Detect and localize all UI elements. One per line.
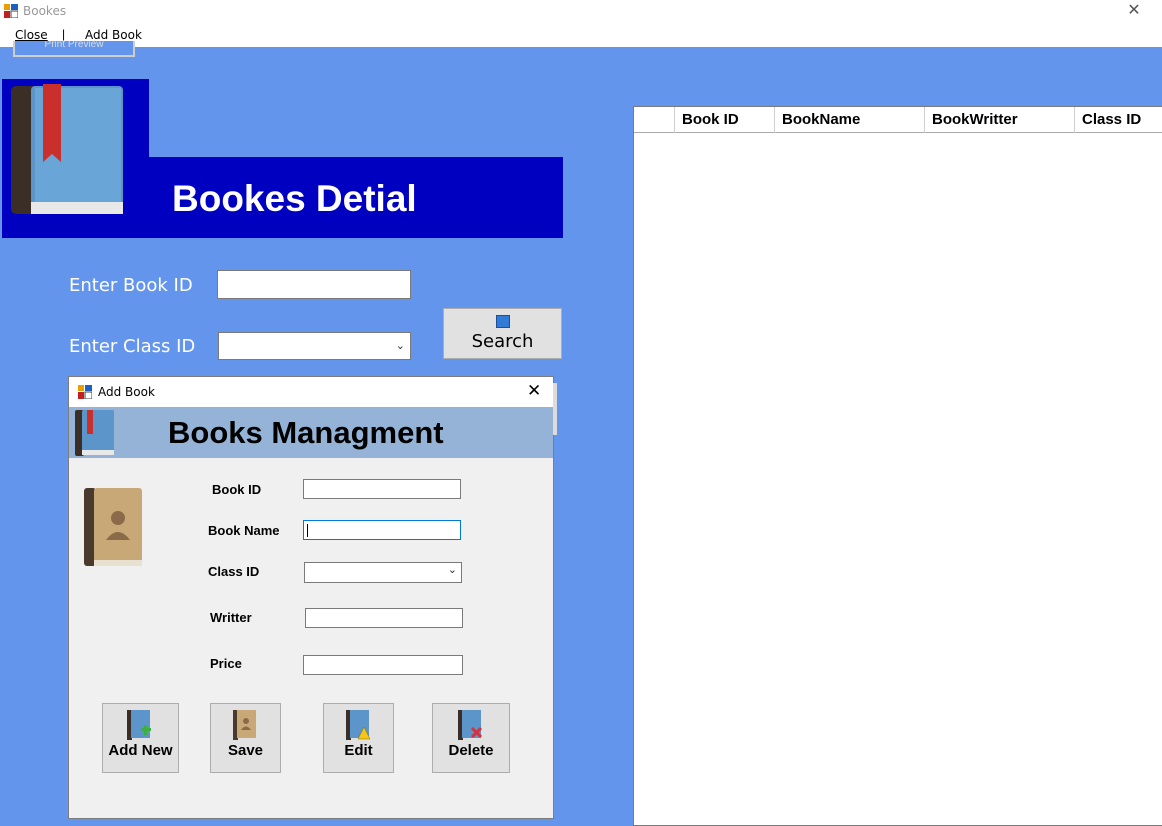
dialog-scrollbar[interactable] [553,383,557,435]
save-book-icon [233,710,256,740]
column-header-class-id[interactable]: Class ID [1075,107,1162,133]
grid-header: Book ID BookName BookWritter Class ID [634,107,1162,133]
dialog-close-button[interactable]: ✕ [527,381,541,401]
banner-title: Bookes Detial [172,178,417,219]
book-id-label: Enter Book ID [69,275,193,296]
contact-book-icon [84,488,142,566]
text-caret [307,524,308,537]
menubar: Close | Add Book [0,23,1162,47]
search-icon [496,315,510,328]
delete-label: Delete [448,742,494,759]
class-id-field[interactable]: ⌄ [304,562,462,583]
menu-add-book[interactable]: Add Book [85,28,142,42]
add-book-icon [127,710,151,740]
book-name-field[interactable] [303,520,461,540]
book-icon [75,410,114,456]
search-button-label: Search [471,331,534,352]
window-titlebar: Bookes ✕ [0,0,1162,23]
field-price-label: Price [210,656,242,671]
menu-separator: | [62,27,66,41]
class-id-select[interactable]: ⌄ [218,332,411,360]
field-writer-label: Writter [210,610,252,625]
window-title: Bookes [23,4,67,18]
books-grid[interactable]: Book ID BookName BookWritter Class ID [633,106,1162,826]
menu-close[interactable]: Close [15,28,48,42]
dialog-heading: Books Managment [168,415,444,450]
price-field[interactable] [303,655,463,675]
search-button[interactable]: Search [443,308,562,359]
delete-button[interactable]: Delete [432,703,510,773]
field-book-id-label: Book ID [212,482,262,497]
column-header-book-name[interactable]: BookName [775,107,925,133]
edit-book-icon [346,710,370,740]
edit-button[interactable]: Edit [323,703,394,773]
chevron-down-icon: ⌄ [395,340,405,352]
writer-field[interactable] [305,608,463,628]
edit-label: Edit [344,742,373,759]
field-book-name-label: Book Name [208,523,280,538]
window-close-button[interactable]: ✕ [1124,1,1144,21]
grid-row-header-column [634,107,675,133]
class-id-label: Enter Class ID [69,336,196,357]
save-label: Save [227,742,264,759]
book-icon [11,84,123,214]
dialog-titlebar: Add Book ✕ [69,377,553,407]
add-new-button[interactable]: Add New [102,703,179,773]
app-icon [4,4,18,18]
book-id-field[interactable] [303,479,461,499]
column-header-book-writer[interactable]: BookWritter [925,107,1075,133]
dialog-title: Add Book [98,385,155,399]
book-id-input[interactable] [217,270,411,299]
print-preview-button[interactable]: Print Preview [13,41,135,57]
field-class-id-label: Class ID [208,564,260,579]
save-button[interactable]: Save [210,703,281,773]
add-new-label: Add New [108,742,173,759]
app-icon [78,385,92,399]
add-book-dialog: Add Book ✕ Books Managment Book ID Book … [68,376,554,819]
chevron-down-icon: ⌄ [447,564,457,576]
column-header-book-id[interactable]: Book ID [675,107,775,133]
dialog-banner: Books Managment [69,407,553,458]
delete-book-icon [458,710,482,740]
